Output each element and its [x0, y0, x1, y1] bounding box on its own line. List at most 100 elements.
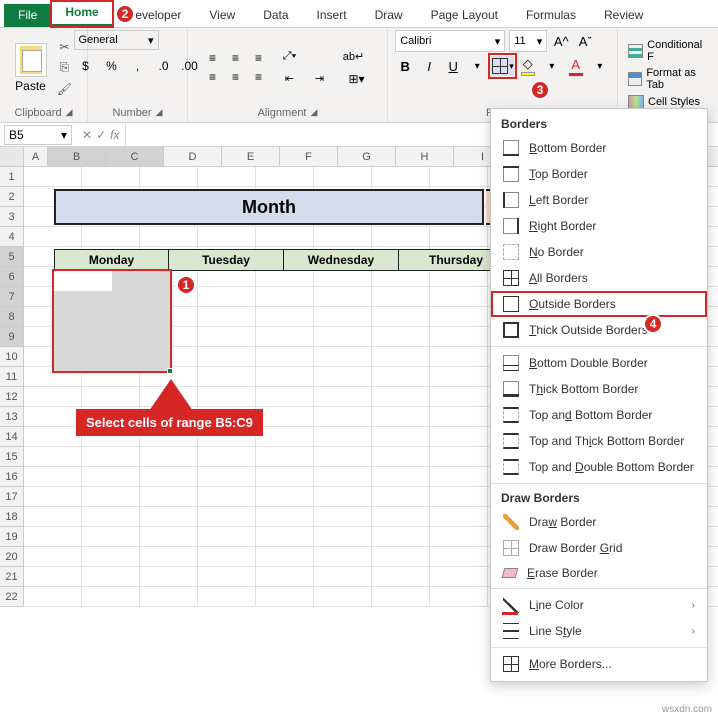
- name-box[interactable]: B5▾: [4, 125, 72, 145]
- border-menu-top-and-thick-bottom-border[interactable]: Top and Thick Bottom Border: [491, 428, 707, 454]
- fill-handle[interactable]: [167, 368, 173, 374]
- tab-data[interactable]: Data: [249, 4, 302, 27]
- align-right-button[interactable]: ≡: [248, 68, 270, 86]
- col-header-H[interactable]: H: [396, 147, 454, 166]
- row-header-22[interactable]: 22: [0, 587, 24, 607]
- align-bottom-button[interactable]: ≡: [248, 49, 270, 67]
- tab-draw[interactable]: Draw: [361, 4, 417, 27]
- tab-formulas[interactable]: Formulas: [512, 4, 590, 27]
- alignment-launcher[interactable]: ◢: [311, 107, 318, 119]
- border-menu-no-border[interactable]: No Border: [491, 239, 707, 265]
- fx-icon[interactable]: fx: [110, 128, 119, 142]
- border-menu-draw-border[interactable]: Draw Border: [491, 509, 707, 535]
- row-header-7[interactable]: 7: [0, 287, 24, 307]
- clipboard-launcher[interactable]: ◢: [66, 107, 73, 119]
- border-menu-line-color[interactable]: Line Color›: [491, 592, 707, 618]
- wrap-text-button[interactable]: ab↵: [340, 47, 368, 67]
- enter-icon[interactable]: ✓: [96, 128, 106, 142]
- conditional-formatting-button[interactable]: Conditional F: [624, 38, 712, 64]
- row-header-14[interactable]: 14: [0, 427, 24, 447]
- italic-button[interactable]: I: [419, 56, 439, 76]
- merge-button[interactable]: ⊞▾: [340, 69, 374, 89]
- border-menu-thick-bottom-border[interactable]: Thick Bottom Border: [491, 376, 707, 402]
- row-header-5[interactable]: 5: [0, 247, 24, 267]
- orientation-button[interactable]: ⤢▾: [276, 47, 304, 67]
- row-header-17[interactable]: 17: [0, 487, 24, 507]
- border-menu-left-border[interactable]: Left Border: [491, 187, 707, 213]
- tab-review[interactable]: Review: [590, 4, 657, 27]
- align-top-button[interactable]: ≡: [202, 49, 224, 67]
- row-header-13[interactable]: 13: [0, 407, 24, 427]
- dec-font-button[interactable]: Aˇ: [575, 31, 595, 51]
- border-menu-more-borders-[interactable]: More Borders...: [491, 651, 707, 677]
- align-center-button[interactable]: ≡: [225, 68, 247, 86]
- align-middle-button[interactable]: ≡: [225, 49, 247, 67]
- row-header-16[interactable]: 16: [0, 467, 24, 487]
- col-header-D[interactable]: D: [164, 147, 222, 166]
- row-header-4[interactable]: 4: [0, 227, 24, 247]
- border-menu-top-and-bottom-border[interactable]: Top and Bottom Border: [491, 402, 707, 428]
- border-menu-bottom-border[interactable]: Bottom Border: [491, 135, 707, 161]
- row-header-3[interactable]: 3: [0, 207, 24, 227]
- row-header-10[interactable]: 10: [0, 347, 24, 367]
- row-header-8[interactable]: 8: [0, 307, 24, 327]
- row-header-12[interactable]: 12: [0, 387, 24, 407]
- tab-file[interactable]: File: [4, 4, 51, 27]
- border-menu-erase-border[interactable]: Erase Border: [491, 561, 707, 585]
- select-all-corner[interactable]: [0, 147, 24, 166]
- border-menu-bottom-double-border[interactable]: Bottom Double Border: [491, 350, 707, 376]
- bold-button[interactable]: B: [395, 56, 415, 76]
- inc-indent-button[interactable]: ⇥: [306, 69, 334, 89]
- row-header-20[interactable]: 20: [0, 547, 24, 567]
- align-left-button[interactable]: ≡: [202, 68, 224, 86]
- font-size-select[interactable]: 11▾: [509, 30, 547, 52]
- row-header-15[interactable]: 15: [0, 447, 24, 467]
- paste-button[interactable]: Paste: [11, 41, 51, 95]
- tab-pagelayout[interactable]: Page Layout: [417, 4, 512, 27]
- format-table-button[interactable]: Format as Tab: [624, 66, 712, 92]
- inc-font-button[interactable]: A^: [551, 31, 571, 51]
- borders-button[interactable]: ▾: [491, 56, 514, 76]
- border-menu-top-border[interactable]: Top Border: [491, 161, 707, 187]
- row-header-2[interactable]: 2: [0, 187, 24, 207]
- currency-button[interactable]: $: [74, 56, 98, 76]
- border-menu-thick-outside-borders[interactable]: Thick Outside Borders: [491, 317, 707, 343]
- border-menu-line-style[interactable]: Line Style›: [491, 618, 707, 644]
- number-format-select[interactable]: General▾: [74, 30, 159, 50]
- font-color-button[interactable]: A: [566, 56, 586, 76]
- comma-button[interactable]: ,: [126, 56, 150, 76]
- cancel-icon[interactable]: ✕: [82, 128, 92, 142]
- tab-view[interactable]: View: [195, 4, 249, 27]
- underline-button[interactable]: U: [443, 56, 463, 76]
- row-header-21[interactable]: 21: [0, 567, 24, 587]
- border-menu-all-borders[interactable]: All Borders: [491, 265, 707, 291]
- row-header-19[interactable]: 19: [0, 527, 24, 547]
- row-header-9[interactable]: 9: [0, 327, 24, 347]
- tab-insert[interactable]: Insert: [303, 4, 361, 27]
- percent-button[interactable]: %: [100, 56, 124, 76]
- col-header-B[interactable]: B: [48, 147, 106, 166]
- col-header-G[interactable]: G: [338, 147, 396, 166]
- cut-button[interactable]: ✂: [55, 38, 75, 56]
- border-menu-outside-borders[interactable]: Outside Borders: [491, 291, 707, 317]
- border-menu-draw-border-grid[interactable]: Draw Border Grid: [491, 535, 707, 561]
- copy-button[interactable]: ⎘: [55, 59, 75, 77]
- number-launcher[interactable]: ◢: [156, 107, 163, 119]
- col-header-E[interactable]: E: [222, 147, 280, 166]
- fill-color-button[interactable]: ◇: [518, 56, 538, 76]
- border-menu-top-and-double-bottom-border[interactable]: Top and Double Bottom Border: [491, 454, 707, 480]
- row-header-6[interactable]: 6: [0, 267, 24, 287]
- font-name-select[interactable]: Calibri▾: [395, 30, 505, 52]
- format-painter-button[interactable]: 🖌: [55, 80, 75, 98]
- col-header-F[interactable]: F: [280, 147, 338, 166]
- row-header-18[interactable]: 18: [0, 507, 24, 527]
- inc-decimal-button[interactable]: .0: [152, 56, 176, 76]
- border-menu-right-border[interactable]: Right Border: [491, 213, 707, 239]
- col-header-A[interactable]: A: [24, 147, 48, 166]
- dec-indent-button[interactable]: ⇤: [276, 69, 304, 89]
- row-header-11[interactable]: 11: [0, 367, 24, 387]
- more-icon: [503, 656, 519, 672]
- col-header-C[interactable]: C: [106, 147, 164, 166]
- row-header-1[interactable]: 1: [0, 167, 24, 187]
- tab-home[interactable]: Home: [51, 1, 112, 27]
